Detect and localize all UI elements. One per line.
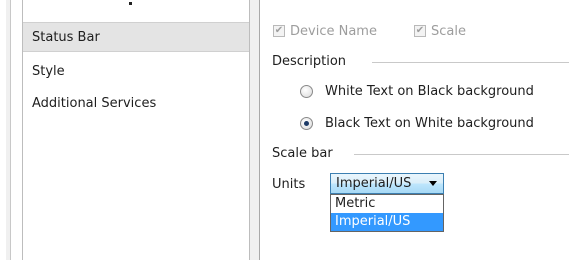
description-group-line (372, 62, 569, 63)
units-option-metric[interactable]: Metric (331, 195, 443, 213)
scale-bar-group-title: Scale bar (272, 145, 333, 161)
radio-dot-icon (304, 120, 309, 126)
description-title: Description (272, 53, 347, 69)
chevron-down-icon[interactable] (429, 181, 437, 186)
scale-bar-title: Scale bar (272, 145, 333, 161)
scale-bar-group-line (354, 154, 569, 155)
check-mark-icon: ✔ (274, 25, 284, 36)
scale-label: Scale (431, 23, 466, 39)
nav-item-style[interactable]: Style (23, 57, 249, 87)
units-dropdown-list: Metric Imperial/US (330, 194, 444, 232)
settings-nav-list: Status Bar Style Additional Services (22, 0, 250, 260)
scale-checkbox[interactable]: ✔ (414, 25, 426, 37)
device-name-checkbox[interactable]: ✔ (273, 25, 285, 37)
left-panel-edge (6, 0, 11, 260)
radio-label: White Text on Black background (325, 83, 534, 99)
nav-item-label: Status Bar (32, 30, 100, 45)
units-label: Units (272, 176, 306, 192)
units-label-row: Units (272, 176, 305, 192)
radio-label: Black Text on White background (325, 115, 534, 131)
device-name-checkbox-row: ✔ Device Name (273, 23, 377, 39)
units-option-imperial-us[interactable]: Imperial/US (331, 213, 443, 231)
device-name-label: Device Name (290, 23, 377, 39)
radio-white-on-black[interactable]: White Text on Black background (300, 83, 534, 99)
radio-button[interactable] (300, 116, 313, 130)
nav-item-label: Style (32, 64, 65, 79)
scale-checkbox-row: ✔ Scale (414, 23, 466, 39)
description-group-title: Description (272, 53, 346, 69)
nav-item-label: Additional Services (32, 96, 157, 111)
nav-item-additional-services[interactable]: Additional Services (23, 89, 249, 119)
units-select[interactable]: Imperial/US (330, 173, 444, 194)
check-mark-icon: ✔ (415, 25, 425, 36)
radio-black-on-white[interactable]: Black Text on White background (300, 115, 534, 131)
units-select-value: Imperial/US (336, 176, 412, 191)
radio-button[interactable] (300, 84, 313, 98)
nav-scroll-mark (129, 2, 132, 5)
nav-item-status-bar[interactable]: Status Bar (23, 22, 249, 52)
